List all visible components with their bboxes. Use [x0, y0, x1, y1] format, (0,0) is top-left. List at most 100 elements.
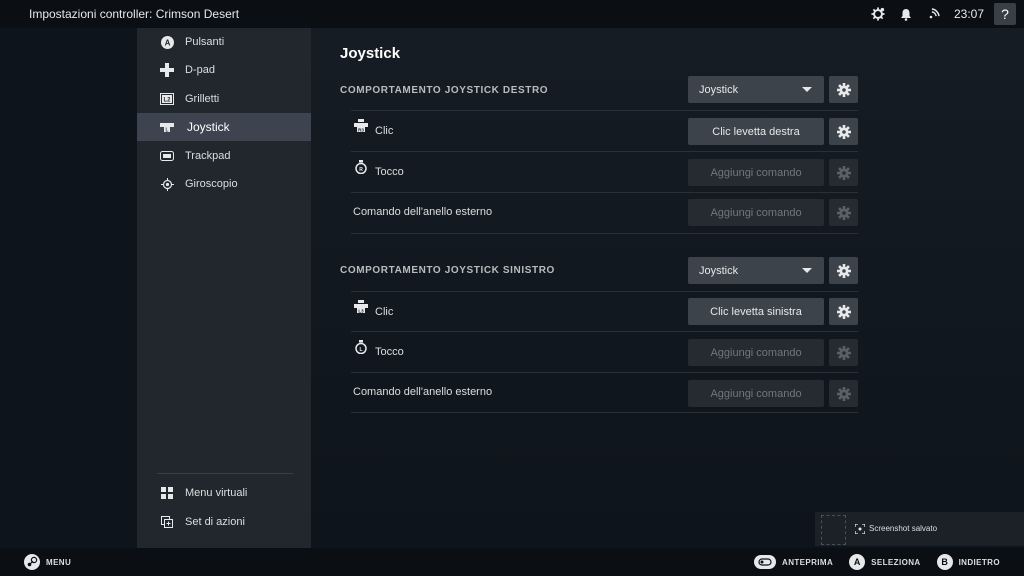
right-stick-click-settings-button[interactable]: [829, 118, 858, 145]
dropdown-value: Joystick: [699, 83, 739, 96]
left-stick-outer-ring-settings-button[interactable]: [829, 380, 858, 407]
left-stick-outer-ring-command-button[interactable]: Aggiungi comando: [688, 380, 824, 407]
svg-text:A: A: [164, 38, 170, 47]
divider: [351, 412, 858, 413]
row-label-touch: L Tocco: [353, 340, 404, 358]
bottom-bar: MENU ANTEPRIMA A SELEZIONA B INDIETRO: [0, 548, 1024, 576]
right-stick-click-command-button[interactable]: Clic levetta destra: [688, 118, 824, 145]
a-button-icon: A: [159, 34, 175, 50]
steam-menu-button[interactable]: MENU: [24, 554, 71, 570]
dropdown-value: Joystick: [699, 264, 739, 277]
row-label-click: R3 Clic: [353, 119, 394, 137]
a-button-icon: A: [849, 554, 866, 570]
svg-text:L: L: [359, 347, 362, 353]
b-button-icon: B: [936, 554, 953, 570]
left-stick-click-settings-button[interactable]: [829, 298, 858, 325]
sidebar-item-label: Trackpad: [185, 150, 231, 162]
toast-text: Screenshot salvato: [869, 524, 938, 533]
trigger-l2-icon: L2: [159, 91, 175, 107]
row-label-click: L3 Clic: [353, 300, 394, 318]
row-label-outer-ring: Comando dell'anello esterno: [353, 206, 492, 218]
svg-text:R3: R3: [358, 127, 364, 132]
main-panel: Joystick COMPORTAMENTO JOYSTICK DESTRO J…: [311, 28, 1024, 548]
divider: [351, 372, 858, 373]
sidebar-divider: [157, 473, 293, 474]
view-button-icon: [754, 555, 777, 569]
top-bar: Impostazioni controller: Crimson Desert …: [0, 0, 1024, 28]
gear-icon: [836, 345, 851, 360]
svg-text:L: L: [165, 128, 168, 134]
chevron-down-icon: [802, 87, 812, 92]
divider: [351, 233, 858, 234]
wifi-icon[interactable]: [920, 3, 948, 25]
sidebar-item-giroscopio[interactable]: Giroscopio: [137, 170, 311, 198]
svg-text:R: R: [359, 167, 363, 173]
svg-text:L2: L2: [163, 98, 171, 104]
screenshot-toast[interactable]: Screenshot salvato: [815, 512, 1024, 546]
gear-icon: [836, 304, 851, 319]
right-stick-settings-button[interactable]: [829, 76, 858, 103]
sidebar-item-label: D-pad: [185, 64, 215, 76]
row-label-text: Comando dell'anello esterno: [353, 386, 493, 398]
divider: [351, 110, 858, 111]
settings-icon[interactable]: [864, 3, 892, 25]
right-stick-mode-dropdown[interactable]: Joystick: [688, 76, 824, 103]
clock: 23:07: [953, 7, 984, 21]
sidebar-item-dpad[interactable]: D-pad: [137, 56, 311, 84]
topbar-icons: 23:07 ?: [864, 3, 1016, 25]
gear-icon: [836, 263, 851, 278]
notification-bell-icon[interactable]: [892, 3, 920, 25]
action-set-icon: [159, 514, 175, 530]
divider: [351, 331, 858, 332]
sidebar-item-pulsanti[interactable]: A Pulsanti: [137, 28, 311, 56]
steam-logo-icon: [24, 554, 40, 570]
sidebar-item-menu-virtuali[interactable]: Menu virtuali: [137, 479, 311, 507]
select-hint[interactable]: SELEZIONA: [871, 558, 920, 567]
left-stick-mode-dropdown[interactable]: Joystick: [688, 257, 824, 284]
menu-label: MENU: [46, 557, 72, 567]
left-stick-touch-command-button[interactable]: Aggiungi comando: [688, 339, 824, 366]
dpad-icon: [159, 62, 175, 78]
section-title-right-stick: COMPORTAMENTO JOYSTICK DESTRO: [340, 85, 549, 96]
window-title: Impostazioni controller: Crimson Desert: [29, 7, 240, 21]
sidebar-item-label: Giroscopio: [185, 178, 238, 190]
sidebar-item-set-di-azioni[interactable]: Set di azioni: [137, 508, 311, 536]
preview-hint[interactable]: ANTEPRIMA: [782, 558, 833, 567]
sidebar-item-grilletti[interactable]: L2 Grilletti: [137, 85, 311, 113]
right-stick-click-icon: R3: [353, 118, 369, 134]
right-stick-outer-ring-settings-button[interactable]: [829, 199, 858, 226]
right-stick-touch-settings-button[interactable]: [829, 159, 858, 186]
screenshot-icon: [855, 524, 865, 534]
sidebar-item-label: Joystick: [187, 120, 230, 134]
stick-touch-icon: L: [353, 339, 369, 355]
row-label-text: Clic: [375, 306, 394, 318]
screenshot-thumbnail: [821, 515, 846, 545]
sidebar-item-label: Set di azioni: [185, 516, 245, 528]
button-hints: ANTEPRIMA A SELEZIONA B INDIETRO: [754, 554, 1000, 570]
row-label-text: Comando dell'anello esterno: [353, 206, 493, 218]
sidebar-item-joystick[interactable]: L Joystick: [137, 113, 311, 141]
left-stick-touch-settings-button[interactable]: [829, 339, 858, 366]
chevron-down-icon: [802, 268, 812, 273]
row-label-touch: R Tocco: [353, 160, 404, 178]
section-title-left-stick: COMPORTAMENTO JOYSTICK SINISTRO: [340, 265, 555, 276]
gear-icon: [836, 124, 851, 139]
joystick-icon: L: [159, 119, 175, 135]
back-hint[interactable]: INDIETRO: [959, 558, 1000, 567]
help-button[interactable]: ?: [994, 3, 1016, 25]
gyro-icon: [159, 176, 175, 192]
divider: [351, 151, 858, 152]
stick-touch-icon: R: [353, 159, 369, 175]
row-label-outer-ring: Comando dell'anello esterno: [353, 386, 492, 398]
left-stick-settings-button[interactable]: [829, 257, 858, 284]
left-stick-click-command-button[interactable]: Clic levetta sinistra: [688, 298, 824, 325]
divider: [351, 291, 858, 292]
right-stick-touch-command-button[interactable]: Aggiungi comando: [688, 159, 824, 186]
right-stick-outer-ring-command-button[interactable]: Aggiungi comando: [688, 199, 824, 226]
sidebar: A Pulsanti D-pad L2 Grilletti L Joystick…: [137, 28, 311, 548]
row-label-text: Clic: [375, 125, 394, 137]
gear-icon: [836, 82, 851, 97]
sidebar-item-label: Menu virtuali: [185, 487, 248, 499]
sidebar-item-label: Pulsanti: [185, 36, 225, 48]
sidebar-item-trackpad[interactable]: Trackpad: [137, 142, 311, 170]
